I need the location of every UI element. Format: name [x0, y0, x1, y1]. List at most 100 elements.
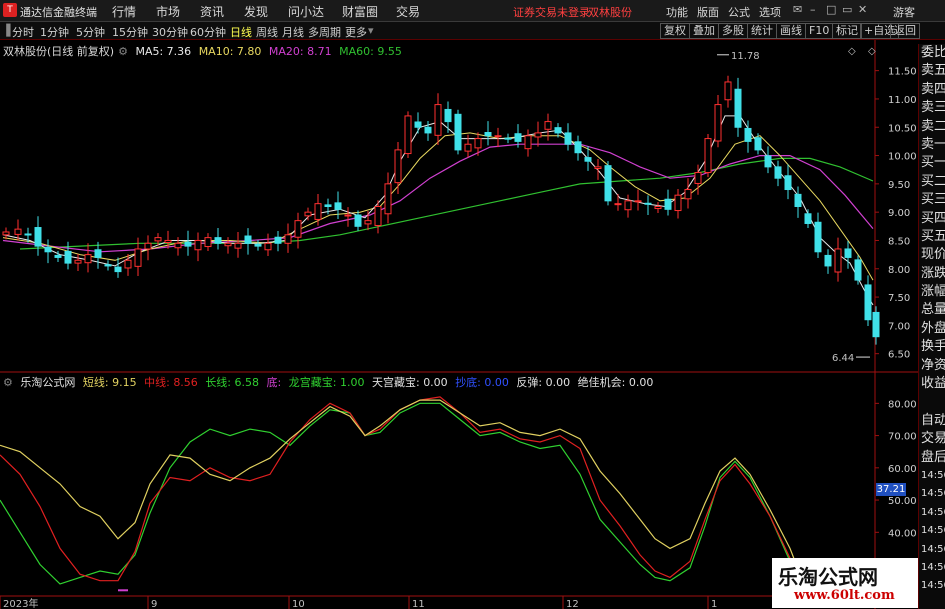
candle-body [174, 242, 182, 249]
candle-body [394, 149, 402, 184]
tab-daily[interactable]: 日线 [230, 24, 252, 40]
tool-overlay[interactable]: 叠加 [689, 23, 719, 39]
candle-body [184, 241, 192, 247]
candle-body [204, 237, 212, 248]
period-toolbar: ▐ 分时 1分钟 5分钟 15分钟 30分钟 60分钟 日线 周线 月线 多周期… [0, 22, 945, 40]
chart-canvas[interactable]: 11.50 11.00 10.50 10.00 9.50 9.00 8.50 8.00 7.50… [0, 40, 918, 609]
side-panel-item: 买二 [921, 173, 945, 189]
side-panel-item: 委比 [921, 45, 945, 60]
minimize-icon[interactable]: – [810, 3, 816, 16]
restore-icon[interactable]: ▭ [842, 3, 852, 16]
candlestick [564, 123, 572, 151]
candle-body [304, 211, 312, 217]
tab-60min[interactable]: 60分钟 [190, 24, 226, 40]
candle-body [254, 244, 262, 247]
candlestick [724, 75, 732, 108]
candle-body [834, 248, 842, 273]
trade-login-notice[interactable]: 证券交易未登录 [513, 4, 590, 20]
tab-5min[interactable]: 5分钟 [76, 24, 105, 40]
candlestick [264, 233, 272, 256]
side-panel-item: 收益 [921, 376, 945, 392]
tool-f10[interactable]: F10 [805, 23, 834, 39]
tab-monthly[interactable]: 月线 [282, 24, 304, 40]
candle-body [154, 237, 162, 242]
tool-back[interactable]: 返回 [890, 23, 920, 39]
candlestick [764, 146, 772, 174]
indicator-tick-label: 80.00 [888, 399, 917, 410]
scroll-marker-icon: ◇ [848, 46, 856, 57]
candlestick [454, 109, 462, 155]
scroll-marker-icon: ◇ [868, 46, 876, 57]
side-panel-item[interactable]: 盘后 [919, 449, 945, 467]
candlestick [144, 235, 152, 261]
maximize-icon[interactable]: □ [826, 3, 836, 16]
tab-1min[interactable]: 1分钟 [40, 24, 69, 40]
side-panel-item: 卖一 [921, 136, 945, 152]
tool-stats[interactable]: 统计 [747, 23, 777, 39]
menu-formula[interactable]: 公式 [728, 4, 750, 20]
candle-body [314, 203, 322, 220]
indicator-lines [0, 396, 873, 598]
side-panel-item: 买三 [921, 192, 945, 208]
candle-body [2, 231, 10, 236]
tab-15min[interactable]: 15分钟 [112, 24, 148, 40]
indicator-tick-label: 60.00 [888, 464, 917, 475]
tool-adjust[interactable]: 复权 [660, 23, 690, 39]
toolbar-pin-icon[interactable]: ▐ [2, 24, 10, 37]
candle-body [404, 115, 412, 155]
candlestick [844, 241, 852, 269]
side-panel-item: 卖二 [921, 118, 945, 134]
candle-body [104, 264, 112, 267]
candle-body [754, 137, 762, 151]
candlestick [704, 134, 712, 178]
side-panel-item: 买五 [921, 228, 945, 244]
menu-market[interactable]: 市场 [156, 3, 180, 20]
close-icon[interactable]: ✕ [858, 3, 867, 16]
tab-weekly[interactable]: 周线 [256, 24, 278, 40]
candle-body [584, 157, 592, 162]
candlestick [194, 232, 202, 262]
more-dropdown-icon[interactable]: ▾ [368, 24, 374, 37]
side-panel-item[interactable]: 交易 [919, 430, 945, 448]
candlestick [354, 210, 362, 231]
mail-icon[interactable]: ✉ [793, 3, 802, 16]
tool-mark[interactable]: 标记 [832, 23, 862, 39]
candlestick [714, 94, 722, 148]
candle-body [664, 198, 672, 210]
tab-multi-period[interactable]: 多周期 [308, 24, 341, 40]
tool-multi-stock[interactable]: 多股 [718, 23, 748, 39]
tab-intraday[interactable]: 分时 [12, 24, 34, 40]
tool-draw-line[interactable]: 画线 [776, 23, 806, 39]
menu-quotes[interactable]: 行情 [112, 3, 136, 20]
candle-body [34, 227, 42, 247]
candle-body [444, 108, 452, 123]
menu-wenxiaoda[interactable]: 问小达 [288, 3, 324, 20]
candlestick [544, 113, 552, 141]
menu-layout[interactable]: 版面 [697, 4, 719, 20]
menu-function[interactable]: 功能 [666, 4, 688, 20]
candle-body [474, 138, 482, 149]
candlestick [872, 306, 880, 345]
menu-trade[interactable]: 交易 [396, 3, 420, 20]
menu-news[interactable]: 资讯 [200, 3, 224, 20]
candlestick [434, 93, 442, 145]
candle-body [224, 242, 232, 247]
tab-30min[interactable]: 30分钟 [152, 24, 188, 40]
candle-body [194, 239, 202, 251]
menu-discover[interactable]: 发现 [244, 3, 268, 20]
menu-wealth-circle[interactable]: 财富圈 [342, 3, 378, 20]
candle-body [574, 141, 582, 154]
tab-more[interactable]: 更多 [345, 24, 367, 40]
candle-body [114, 266, 122, 273]
candle-body [714, 104, 722, 142]
candlestick [684, 178, 692, 209]
candlestick [644, 195, 652, 215]
side-panel-item[interactable]: 自动 [919, 412, 945, 430]
guest-user[interactable]: 游客 [893, 4, 915, 20]
candle-body [44, 246, 52, 253]
candlestick [444, 101, 452, 133]
indicator-tick-label: 40.00 [888, 528, 917, 539]
price-tick-label: 7.00 [888, 321, 910, 332]
menu-options[interactable]: 选项 [759, 4, 781, 20]
candle-body [514, 133, 522, 142]
